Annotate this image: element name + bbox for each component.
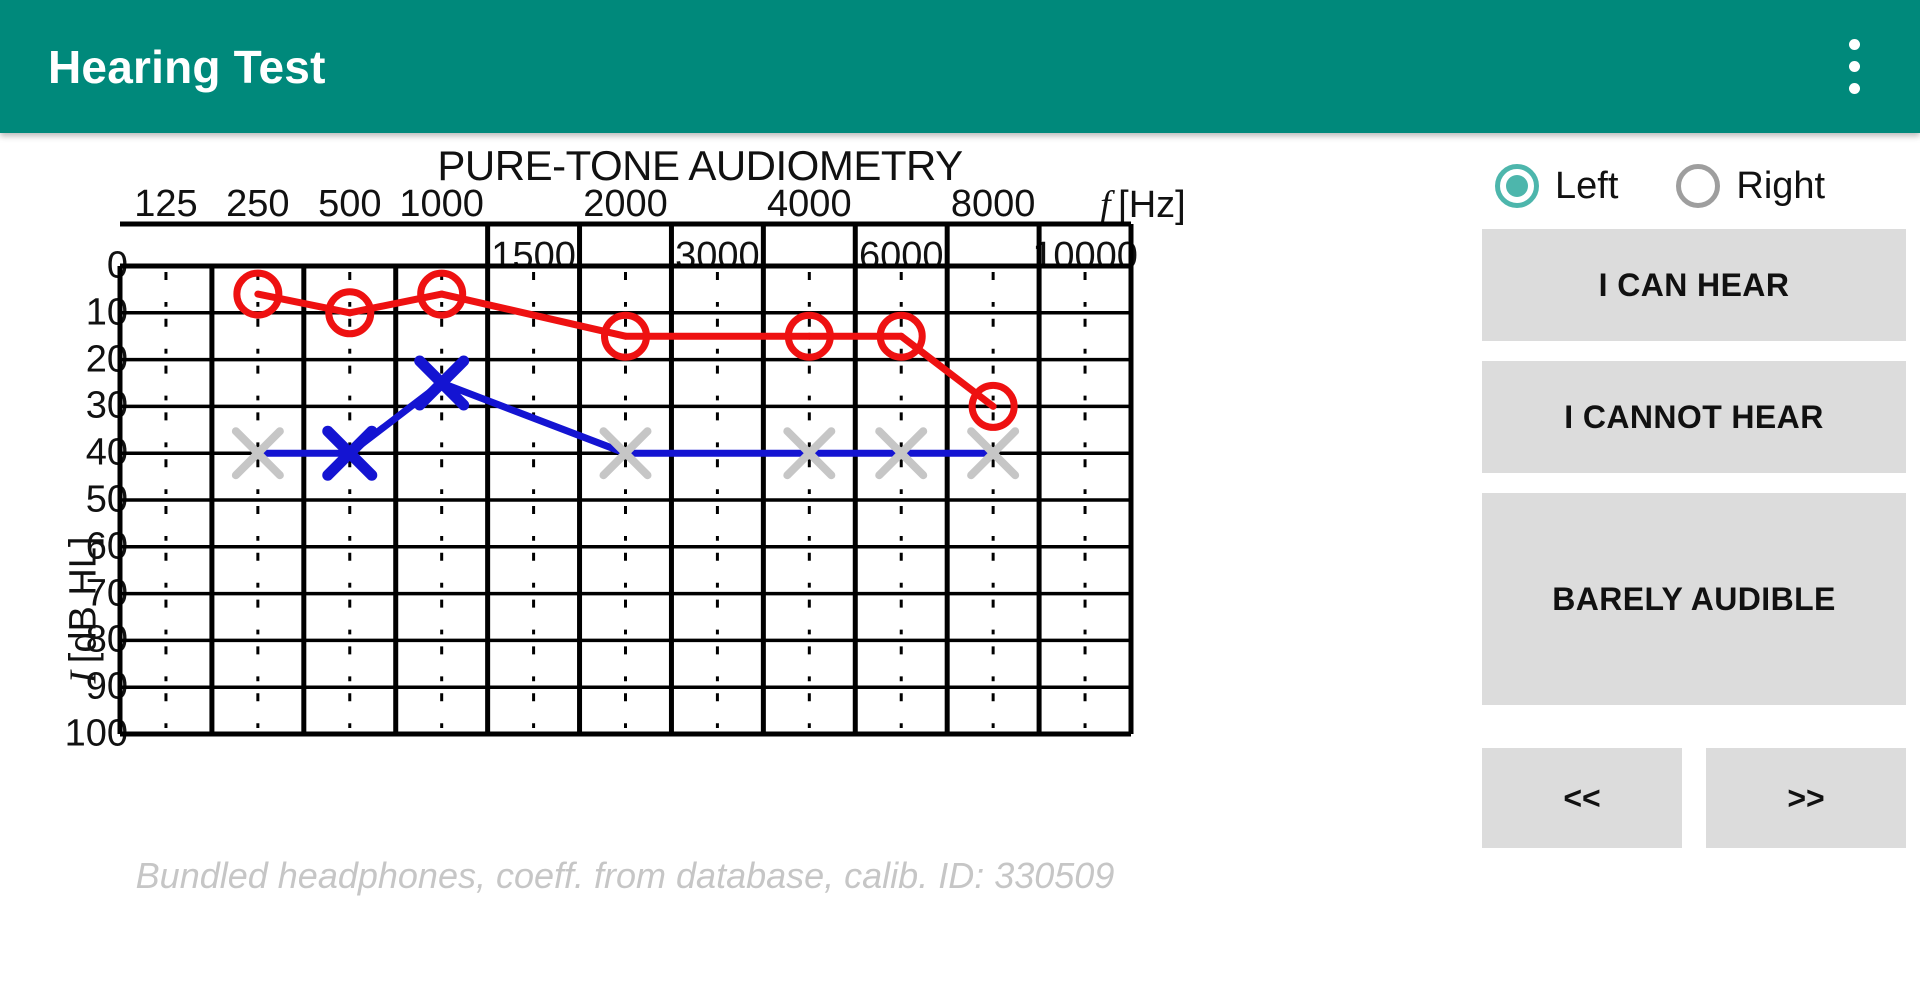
control-panel: Left Right I CAN HEAR I CANNOT HEAR BARE… (1470, 133, 1920, 1000)
radio-right[interactable]: Right (1676, 164, 1825, 208)
previous-button[interactable]: << (1482, 748, 1682, 848)
app-bar: Hearing Test (0, 0, 1920, 133)
menu-dot (1848, 61, 1860, 72)
next-button[interactable]: >> (1706, 748, 1906, 848)
app-title: Hearing Test (48, 40, 326, 93)
radio-left-icon (1495, 164, 1539, 208)
audiogram-chart: PURE-TONE AUDIOMETRY f [Hz] I [dB HL] 12… (0, 133, 1470, 1000)
menu-dot (1848, 83, 1860, 94)
calibration-caption: Bundled headphones, coeff. from database… (135, 855, 1115, 896)
overflow-menu-icon[interactable] (1826, 27, 1882, 107)
menu-dot (1848, 39, 1860, 50)
i-cannot-hear-button[interactable]: I CANNOT HEAR (1482, 361, 1906, 473)
radio-right-icon (1676, 164, 1721, 208)
radio-left[interactable]: Left (1495, 164, 1618, 208)
app-root: Hearing Test PURE-TONE AUDIOMETRY f [Hz]… (0, 0, 1920, 1000)
barely-audible-button[interactable]: BARELY AUDIBLE (1482, 493, 1906, 705)
ear-selector: Left Right (1495, 157, 1915, 215)
i-can-hear-button[interactable]: I CAN HEAR (1482, 229, 1906, 341)
radio-left-label: Left (1555, 164, 1619, 207)
radio-right-label: Right (1736, 164, 1826, 207)
